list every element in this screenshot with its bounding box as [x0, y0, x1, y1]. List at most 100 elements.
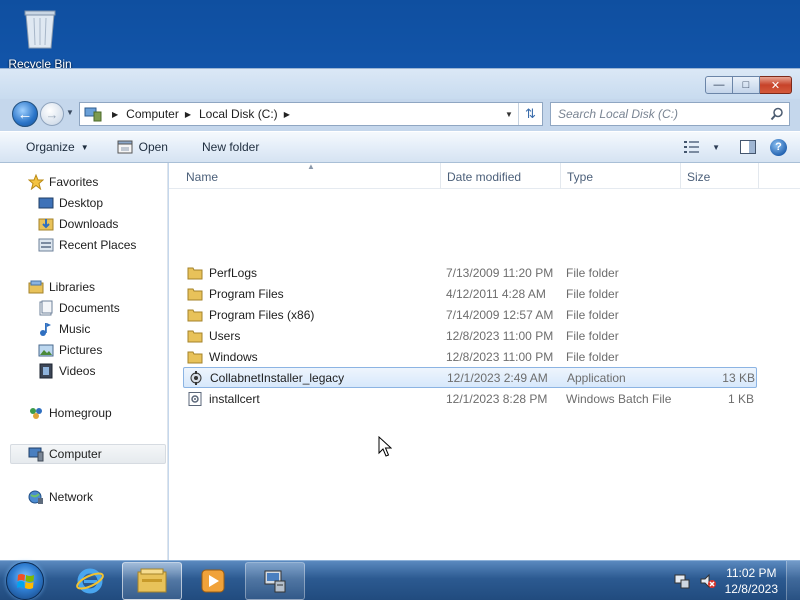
system-clock[interactable]: 11:02 PM 12/8/2023: [725, 565, 778, 597]
open-button[interactable]: Open: [107, 135, 178, 159]
file-name: Program Files (x86): [209, 307, 315, 322]
nav-libraries[interactable]: Libraries: [28, 277, 95, 297]
file-date: 7/14/2009 12:57 AM: [446, 307, 554, 322]
address-bar[interactable]: ▶ Computer ▶ Local Disk (C:) ▶ ▼ ⇅: [79, 102, 543, 126]
nav-computer[interactable]: Computer: [10, 444, 166, 464]
taskbar-internet-explorer[interactable]: [60, 562, 120, 600]
computer-location-icon: [84, 107, 102, 122]
command-bar: Organize ▼ Open New folder ▼ ?: [0, 131, 800, 163]
nav-recent-places[interactable]: Recent Places: [38, 235, 136, 255]
new-folder-label: New folder: [201, 140, 260, 154]
minimize-icon: —: [713, 79, 725, 91]
column-header-date-label: Date modified: [447, 170, 522, 184]
file-row[interactable]: Users 12/8/2023 11:00 PM File folder: [183, 325, 757, 346]
recycle-bin-desktop-icon[interactable]: Recycle Bin: [8, 6, 72, 71]
maximize-button[interactable]: □: [733, 76, 760, 94]
mouse-pointer-icon: [378, 436, 392, 457]
address-dropdown-button[interactable]: ▼: [500, 110, 518, 119]
navigation-row: ← → ▼ ▶ Computer ▶ Local Disk (C:) ▶ ▼ ⇅: [0, 99, 800, 129]
back-button[interactable]: ←: [12, 101, 38, 127]
nav-videos-label: Videos: [59, 364, 96, 378]
close-icon: ✕: [770, 79, 781, 92]
start-button[interactable]: [6, 562, 44, 600]
file-type: File folder: [566, 265, 619, 280]
close-button[interactable]: ✕: [760, 76, 792, 94]
new-folder-button[interactable]: New folder: [192, 135, 269, 159]
nav-desktop[interactable]: Desktop: [38, 193, 103, 213]
organize-button[interactable]: Organize ▼: [16, 135, 99, 159]
nav-videos[interactable]: Videos: [38, 361, 95, 381]
file-name-cell: Program Files: [183, 287, 446, 301]
star-icon: [28, 174, 44, 190]
file-row[interactable]: installcert 12/1/2023 8:28 PM Windows Ba…: [183, 388, 757, 409]
nav-downloads-label: Downloads: [59, 217, 119, 231]
nav-music[interactable]: Music: [38, 319, 90, 339]
nav-homegroup[interactable]: Homegroup: [28, 403, 112, 423]
nav-homegroup-label: Homegroup: [49, 406, 112, 420]
file-type: File folder: [566, 307, 619, 322]
libraries-icon: [28, 280, 44, 294]
nav-pictures[interactable]: Pictures: [38, 340, 102, 360]
column-header-type[interactable]: Type: [561, 163, 681, 189]
file-name-cell: Users: [183, 329, 446, 343]
file-date: 4/12/2011 4:28 AM: [446, 286, 546, 301]
column-header-date-modified[interactable]: Date modified: [441, 163, 561, 189]
explorer-window: — □ ✕ ← → ▼ ▶ Computer ▶ Local Disk (C:) ▶…: [0, 68, 800, 561]
minimize-button[interactable]: —: [705, 76, 733, 94]
search-box[interactable]: [550, 102, 790, 126]
file-row[interactable]: Windows 12/8/2023 11:00 PM File folder: [183, 346, 757, 367]
open-label: Open: [138, 140, 168, 154]
breadcrumb-computer[interactable]: Computer ▶: [126, 107, 199, 121]
file-type: File folder: [566, 286, 619, 301]
show-desktop-button[interactable]: [786, 561, 800, 600]
column-header-type-label: Type: [567, 170, 594, 184]
file-name: PerfLogs: [209, 265, 258, 280]
nav-music-label: Music: [59, 322, 91, 336]
file-name: installcert: [209, 391, 260, 406]
view-dropdown-button[interactable]: ▼: [712, 135, 720, 159]
taskbar-media-player[interactable]: [183, 562, 243, 600]
nav-favorites[interactable]: Favorites: [28, 172, 98, 192]
nav-documents[interactable]: Documents: [38, 298, 120, 318]
forward-button[interactable]: →: [40, 102, 64, 126]
change-view-button[interactable]: [684, 135, 700, 159]
breadcrumb-local-disk[interactable]: Local Disk (C:) ▶: [199, 107, 298, 121]
file-size: 13 KB: [722, 370, 755, 385]
search-input[interactable]: [558, 107, 758, 121]
file-list-pane: ▲ Name Date modified Type Size PerfLogs …: [169, 162, 800, 561]
file-name: CollabnetInstaller_legacy: [210, 370, 345, 385]
pictures-icon: [38, 344, 54, 357]
file-row[interactable]: PerfLogs 7/13/2009 11:20 PM File folder: [183, 262, 757, 283]
organize-label: Organize: [26, 140, 75, 154]
help-button[interactable]: ?: [770, 138, 787, 156]
file-type: File folder: [566, 328, 619, 343]
recent-pages-dropdown[interactable]: ▼: [66, 108, 74, 117]
column-header-size-label: Size: [687, 170, 711, 184]
preview-pane-button[interactable]: [740, 135, 756, 159]
nav-libraries-label: Libraries: [49, 280, 96, 294]
taskbar-installer-app[interactable]: [245, 562, 305, 600]
system-tray: 11:02 PM 12/8/2023: [673, 561, 800, 600]
navigation-pane: Favorites Desktop Downloads Recent Place…: [0, 163, 168, 561]
clock-time: 11:02 PM: [726, 566, 777, 580]
volume-muted-icon[interactable]: [699, 572, 717, 590]
folder-icon: [187, 267, 203, 279]
nav-downloads[interactable]: Downloads: [38, 214, 118, 234]
network-tray-icon[interactable]: [673, 572, 691, 590]
recent-places-icon: [38, 238, 54, 252]
title-bar[interactable]: — □ ✕: [0, 69, 800, 99]
column-header-size[interactable]: Size: [681, 163, 759, 189]
file-row-selected[interactable]: CollabnetInstaller_legacy 12/1/2023 2:49…: [183, 367, 757, 388]
downloads-icon: [38, 218, 54, 231]
nav-desktop-label: Desktop: [59, 196, 104, 210]
taskbar-windows-explorer[interactable]: [122, 562, 182, 600]
column-header-name[interactable]: ▲ Name: [169, 162, 441, 189]
nav-network[interactable]: Network: [28, 487, 93, 507]
file-row[interactable]: Program Files 4/12/2011 4:28 AM File fol…: [183, 283, 757, 304]
refresh-button[interactable]: ⇅: [518, 103, 542, 125]
breadcrumb-separator-root[interactable]: ▶: [106, 110, 126, 119]
file-date: 12/8/2023 11:00 PM: [446, 328, 554, 343]
internet-explorer-icon: [76, 568, 104, 594]
breadcrumb-computer-label: Computer: [126, 107, 179, 121]
file-row[interactable]: Program Files (x86) 7/14/2009 12:57 AM F…: [183, 304, 757, 325]
